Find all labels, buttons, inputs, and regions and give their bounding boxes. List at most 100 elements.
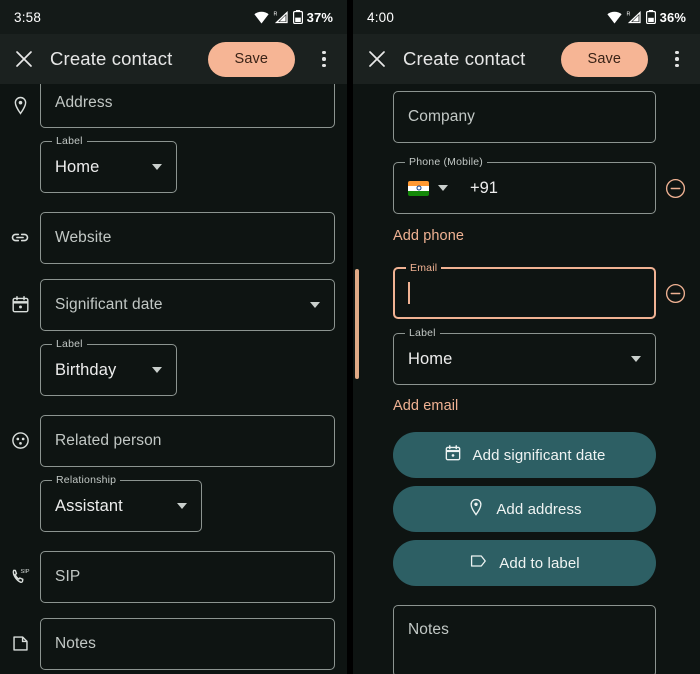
date-label-value: Birthday	[55, 360, 117, 379]
notes-input[interactable]: Notes	[40, 618, 335, 670]
notes-placeholder: Notes	[55, 635, 96, 652]
field-row-website: Website	[0, 212, 347, 264]
remove-spacer	[662, 432, 688, 478]
left-field-list: Address Label Home Website Significant d…	[0, 84, 347, 674]
form-scroll-area[interactable]: Address Label Home Website Significant d…	[0, 84, 347, 674]
company-input[interactable]: Company	[393, 91, 656, 143]
svg-text:SIP: SIP	[20, 569, 29, 575]
related-person-input[interactable]: Related person	[40, 415, 335, 467]
related-person-icon	[0, 415, 40, 450]
remove-circle-icon[interactable]	[662, 162, 688, 214]
sip-phone-icon: SIP	[0, 551, 40, 587]
phone-input[interactable]: Phone (Mobile) +91	[393, 156, 656, 214]
close-icon[interactable]	[365, 47, 389, 71]
date-label-dropdown[interactable]: Label Birthday	[40, 338, 177, 396]
sip-placeholder: SIP	[55, 568, 81, 585]
remove-circle-icon[interactable]	[662, 267, 688, 319]
status-icons: R 37%	[254, 10, 333, 25]
chevron-down-icon	[310, 302, 320, 308]
location-pin-icon	[467, 498, 485, 520]
email-label-dropdown[interactable]: Label Home	[393, 327, 656, 385]
battery-percent: 36%	[659, 9, 686, 25]
address-input[interactable]: Address	[40, 84, 335, 128]
add-address-label: Add address	[496, 500, 582, 518]
row-add-address: Add address	[353, 486, 700, 532]
phone-legend: Phone (Mobile)	[405, 156, 488, 168]
remove-spacer	[662, 486, 688, 532]
cell-signal-roaming-icon: R	[626, 10, 641, 24]
country-picker[interactable]	[408, 180, 448, 196]
tag-icon	[469, 552, 488, 574]
status-bar: 4:00 R 36%	[353, 0, 700, 34]
field-row-significant-date: Significant date	[0, 279, 347, 331]
chevron-down-icon	[631, 356, 641, 362]
cell-signal-roaming-icon: R	[273, 10, 288, 24]
significant-date-dropdown[interactable]: Significant date	[40, 279, 335, 331]
svg-text:R: R	[273, 12, 277, 18]
page-title: Create contact	[403, 48, 526, 69]
related-person-placeholder: Related person	[55, 432, 162, 449]
chevron-down-icon	[438, 185, 448, 191]
status-icons: R 36%	[607, 10, 686, 25]
add-phone-button[interactable]: Add phone	[393, 228, 464, 244]
location-pin-icon	[0, 84, 40, 115]
add-to-label-label: Add to label	[499, 554, 580, 572]
more-vert-icon[interactable]	[311, 44, 337, 74]
field-row-email: Email	[353, 262, 700, 319]
field-row-sip: SIP SIP	[0, 551, 347, 603]
field-row-phone: Phone (Mobile) +91	[353, 156, 700, 214]
row-add-email: Add email	[353, 398, 700, 414]
vertical-scrollbar[interactable]	[355, 269, 359, 379]
email-label-legend: Label	[405, 327, 440, 339]
country-code-value: +91	[470, 178, 498, 197]
field-row-company: Company	[353, 91, 700, 143]
screenshot-root: 3:58 R 37% Create contact Save Address L…	[0, 0, 700, 674]
add-email-button[interactable]: Add email	[393, 398, 458, 414]
text-cursor	[408, 282, 410, 304]
chevron-down-icon	[152, 164, 162, 170]
address-label-dropdown[interactable]: Label Home	[40, 135, 177, 193]
battery-percent: 37%	[306, 9, 333, 25]
row-add-significant-date: Add significant date	[353, 432, 700, 478]
email-label-value: Home	[408, 349, 453, 368]
form-scroll-area[interactable]: Company Phone (Mobile) +91 Add phone Ema…	[353, 84, 700, 674]
email-input[interactable]: Email	[393, 262, 656, 319]
more-vert-icon[interactable]	[664, 44, 690, 74]
row-add-to-label: Add to label	[353, 540, 700, 586]
wifi-icon	[254, 11, 269, 23]
chevron-down-icon	[177, 503, 187, 509]
row-add-phone: Add phone	[353, 228, 700, 244]
app-bar: Create contact Save	[0, 34, 347, 84]
note-icon	[0, 618, 40, 653]
status-time: 4:00	[367, 9, 395, 25]
add-to-label-button[interactable]: Add to label	[393, 540, 656, 586]
app-bar: Create contact Save	[353, 34, 700, 84]
svg-text:R: R	[626, 12, 630, 18]
save-button[interactable]: Save	[560, 41, 648, 77]
add-significant-date-button[interactable]: Add significant date	[393, 432, 656, 478]
field-row-date-label: Label Birthday	[0, 338, 347, 396]
field-row-notes: Notes	[353, 605, 700, 674]
chevron-down-icon	[152, 367, 162, 373]
significant-date-placeholder: Significant date	[55, 296, 163, 313]
close-icon[interactable]	[12, 47, 36, 71]
save-button[interactable]: Save	[207, 41, 295, 77]
notes-input[interactable]: Notes	[393, 605, 656, 674]
address-label-legend: Label	[52, 135, 87, 147]
relationship-dropdown[interactable]: Relationship Assistant	[40, 474, 202, 532]
wifi-icon	[607, 11, 622, 23]
calendar-icon	[0, 279, 40, 314]
sip-input[interactable]: SIP	[40, 551, 335, 603]
website-input[interactable]: Website	[40, 212, 335, 264]
website-placeholder: Website	[55, 229, 112, 246]
add-address-button[interactable]: Add address	[393, 486, 656, 532]
remove-spacer	[662, 333, 688, 385]
field-row-address: Address	[0, 84, 347, 128]
left-phone-screen: 3:58 R 37% Create contact Save Address L…	[0, 0, 347, 674]
relationship-value: Assistant	[55, 496, 123, 515]
link-icon	[0, 212, 40, 248]
company-placeholder: Company	[408, 108, 476, 125]
status-time: 3:58	[14, 9, 42, 25]
address-placeholder: Address	[55, 94, 113, 111]
battery-icon	[292, 10, 303, 24]
